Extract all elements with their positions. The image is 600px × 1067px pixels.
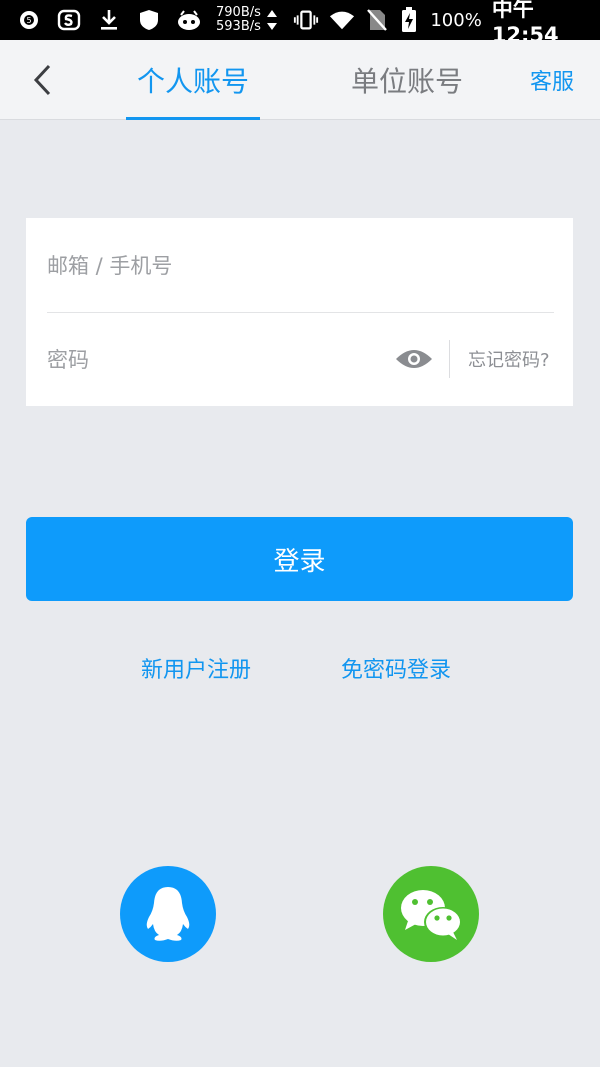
status-bar: 5 790B/s 593B/s 100% 中午12:54 — [0, 0, 600, 47]
network-speed: 790B/s 593B/s — [216, 6, 261, 34]
wechat-icon — [401, 890, 462, 940]
wifi-icon — [329, 7, 355, 33]
tab-company-account[interactable]: 单位账号 — [340, 40, 474, 120]
password-placeholder: 密码 — [47, 348, 89, 372]
customer-service-link[interactable]: 客服 — [530, 40, 574, 120]
svg-text:5: 5 — [26, 16, 31, 25]
login-button[interactable]: 登录 — [26, 517, 573, 601]
forgot-separator — [449, 340, 450, 378]
login-screen: 5 790B/s 593B/s 100% 中午12:54 个人账号 单位账号 客… — [0, 0, 600, 1067]
qq-login-button[interactable] — [120, 866, 216, 962]
chevron-left-icon — [33, 64, 51, 96]
login-form: 邮箱 / 手机号 密码 忘记密码? — [26, 218, 573, 406]
nav-header: 个人账号 单位账号 客服 — [0, 40, 600, 120]
no-sim-icon — [365, 7, 387, 33]
tab-personal-label: 个人账号 — [136, 65, 249, 98]
forgot-password-link[interactable]: 忘记密码? — [468, 312, 550, 406]
download-icon — [96, 7, 122, 33]
account-placeholder: 邮箱 / 手机号 — [47, 254, 173, 278]
active-tab-indicator — [126, 117, 260, 120]
tab-personal-account[interactable]: 个人账号 — [126, 40, 260, 120]
battery-charging-icon — [398, 7, 420, 33]
passwordless-login-link[interactable]: 免密码登录 — [341, 648, 451, 688]
settings-badge-icon: 5 — [16, 7, 42, 33]
game-icon — [176, 7, 202, 33]
shield-icon — [136, 7, 162, 33]
wechat-login-button[interactable] — [383, 866, 479, 962]
battery-percent: 100% — [430, 9, 482, 31]
qq-penguin-icon — [146, 887, 190, 941]
register-link[interactable]: 新用户注册 — [141, 648, 251, 688]
back-button[interactable] — [22, 60, 62, 100]
data-arrows-icon — [261, 7, 283, 33]
tab-company-label: 单位账号 — [350, 65, 463, 98]
account-field[interactable]: 邮箱 / 手机号 — [26, 218, 573, 312]
net-down: 593B/s — [216, 19, 261, 34]
eye-icon — [396, 350, 432, 368]
sogou-icon — [56, 7, 82, 33]
vibrate-icon — [293, 7, 319, 33]
net-up: 790B/s — [216, 5, 261, 20]
show-password-toggle[interactable] — [394, 342, 434, 376]
password-field[interactable]: 密码 忘记密码? — [26, 312, 573, 406]
